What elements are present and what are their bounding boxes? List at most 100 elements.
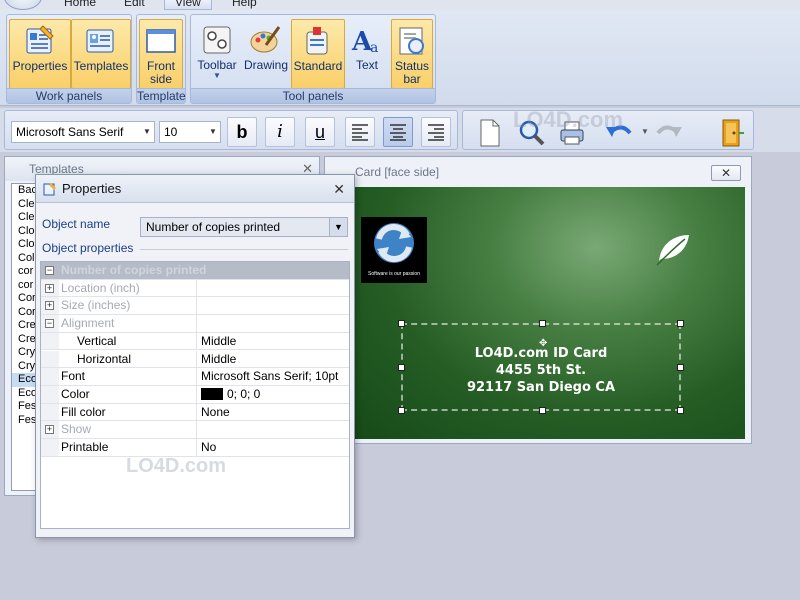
properties-icon	[26, 25, 54, 54]
property-value[interactable]: Microsoft Sans Serif; 10pt	[201, 368, 338, 385]
property-row[interactable]: + Location (inch)	[41, 279, 349, 298]
status-bar-button[interactable]: Status bar	[391, 19, 433, 89]
color-swatch	[201, 387, 223, 400]
property-name: Show	[61, 421, 197, 438]
property-gutter	[41, 385, 59, 403]
property-row[interactable]: + Size (inches)	[41, 297, 349, 316]
menu-edit[interactable]: Edit	[124, 0, 145, 10]
property-row[interactable]: − Number of copies printed	[41, 262, 349, 280]
property-row[interactable]: + Show	[41, 421, 349, 439]
ribbon: Properties Templates Work panels Front s…	[0, 10, 800, 106]
drawing-button[interactable]: Drawing	[241, 19, 291, 89]
property-row[interactable]: − Alignment	[41, 315, 349, 333]
align-center-icon	[390, 124, 406, 141]
divider	[140, 249, 348, 250]
menu-help[interactable]: Help	[232, 0, 257, 10]
group-label-template: Template	[137, 88, 186, 103]
font-size-select[interactable]: 10 ▼	[159, 121, 221, 143]
properties-button[interactable]: Properties	[9, 19, 71, 89]
chevron-down-icon: ▼	[143, 127, 151, 136]
card-window: Card [face side] ✕ Software is our passi…	[324, 156, 752, 444]
svg-text:a: a	[370, 40, 378, 56]
property-value[interactable]: Middle	[201, 333, 236, 350]
logo-tagline: Software is our passion	[368, 271, 420, 277]
resize-handle-bottom-right[interactable]	[677, 407, 684, 414]
expand-icon[interactable]: +	[45, 301, 54, 311]
text-object[interactable]: ✥ LO4D.com ID Card 4455 5th St. 92117 Sa…	[398, 320, 684, 414]
menu-bar: Home Edit View Help	[0, 0, 800, 10]
property-name: Vertical	[61, 332, 197, 350]
card-canvas[interactable]: Software is our passion ✥ LO4D.com ID Ca…	[353, 187, 745, 439]
property-row[interactable]: Fill color None	[41, 403, 349, 422]
property-value[interactable]: No	[201, 439, 216, 456]
expand-icon[interactable]: +	[45, 425, 54, 435]
templates-button[interactable]: Templates	[71, 19, 131, 89]
drawing-button-label: Drawing	[243, 58, 288, 72]
expand-icon[interactable]: +	[45, 283, 54, 293]
collapse-icon[interactable]: −	[45, 266, 54, 275]
card-text: LO4D.com ID Card 4455 5th St. 92117 San …	[403, 345, 679, 396]
undo-dropdown-icon[interactable]: ▼	[641, 127, 649, 136]
group-template: Front side Template	[136, 14, 186, 104]
property-row[interactable]: Color 0; 0; 0	[41, 385, 349, 404]
resize-handle-bottom-left[interactable]	[398, 407, 405, 414]
property-name: Size (inches)	[61, 297, 197, 315]
property-value[interactable]: 0; 0; 0	[201, 386, 260, 403]
font-family-select[interactable]: Microsoft Sans Serif ▼	[11, 121, 155, 143]
resize-handle-top-left[interactable]	[398, 320, 405, 327]
new-document-button[interactable]	[475, 117, 505, 147]
file-tools-panel: ▼ LO4D.com	[462, 107, 754, 150]
property-name: Printable	[61, 439, 197, 456]
front-side-button[interactable]: Front side	[139, 19, 183, 89]
properties-close-icon[interactable]: ✕	[333, 175, 345, 203]
standard-icon	[306, 27, 328, 55]
property-row[interactable]: Vertical Middle	[41, 332, 349, 351]
menu-home[interactable]: Home	[64, 0, 96, 10]
exit-button[interactable]	[717, 117, 747, 147]
card-text-line: 4455 5th St.	[495, 363, 587, 378]
properties-dialog: Properties ✕ Object name Number of copie…	[35, 174, 355, 538]
new-document-icon	[480, 119, 500, 147]
underline-button[interactable]: u	[305, 117, 335, 147]
property-name: Color	[61, 385, 197, 403]
property-name: Font	[61, 368, 197, 385]
palette-icon	[250, 26, 281, 53]
object-properties-label: Object properties	[42, 241, 134, 255]
align-right-button[interactable]	[421, 117, 451, 147]
company-logo[interactable]: Software is our passion	[361, 217, 427, 283]
standard-button[interactable]: Standard	[291, 19, 345, 89]
menu-view[interactable]: View	[164, 0, 212, 10]
app-menu-button[interactable]	[4, 0, 42, 10]
property-gutter	[41, 439, 59, 456]
object-name-select[interactable]: Number of copies printed ▼	[140, 217, 348, 237]
properties-title: Properties	[62, 181, 122, 196]
chevron-down-icon: ▼	[209, 127, 217, 136]
property-row[interactable]: Horizontal Middle	[41, 350, 349, 369]
properties-titlebar[interactable]: Properties ✕	[36, 175, 354, 203]
property-gutter	[41, 368, 59, 385]
property-gutter	[41, 332, 59, 350]
redo-button[interactable]	[653, 117, 683, 147]
property-value[interactable]: Middle	[201, 351, 236, 368]
group-work-panels: Properties Templates Work panels	[6, 14, 132, 104]
collapse-icon[interactable]: −	[45, 319, 54, 329]
property-value[interactable]: None	[201, 404, 230, 421]
properties-button-label: Properties	[12, 59, 68, 73]
align-center-button[interactable]	[383, 117, 413, 147]
text-button-label: Text	[355, 58, 378, 72]
text-button[interactable]: A a Text	[345, 19, 389, 89]
toolbar-button[interactable]: Toolbar ▼	[193, 19, 241, 89]
property-row[interactable]: Font Microsoft Sans Serif; 10pt	[41, 368, 349, 386]
bold-button[interactable]: b	[227, 117, 257, 147]
object-name-label: Object name	[42, 217, 111, 231]
toolbar-dropdown-icon[interactable]: ▼	[193, 72, 241, 80]
chevron-down-icon: ▼	[329, 218, 347, 236]
align-left-button[interactable]	[345, 117, 375, 147]
italic-button[interactable]: i	[265, 117, 295, 147]
resize-handle-top[interactable]	[539, 320, 546, 327]
object-name-value: Number of copies printed	[146, 220, 281, 234]
resize-handle-top-right[interactable]	[677, 320, 684, 327]
property-grid: − Number of copies printed + Location (inch…	[40, 261, 350, 529]
card-window-close-button[interactable]: ✕	[711, 165, 741, 181]
resize-handle-bottom[interactable]	[539, 407, 546, 414]
